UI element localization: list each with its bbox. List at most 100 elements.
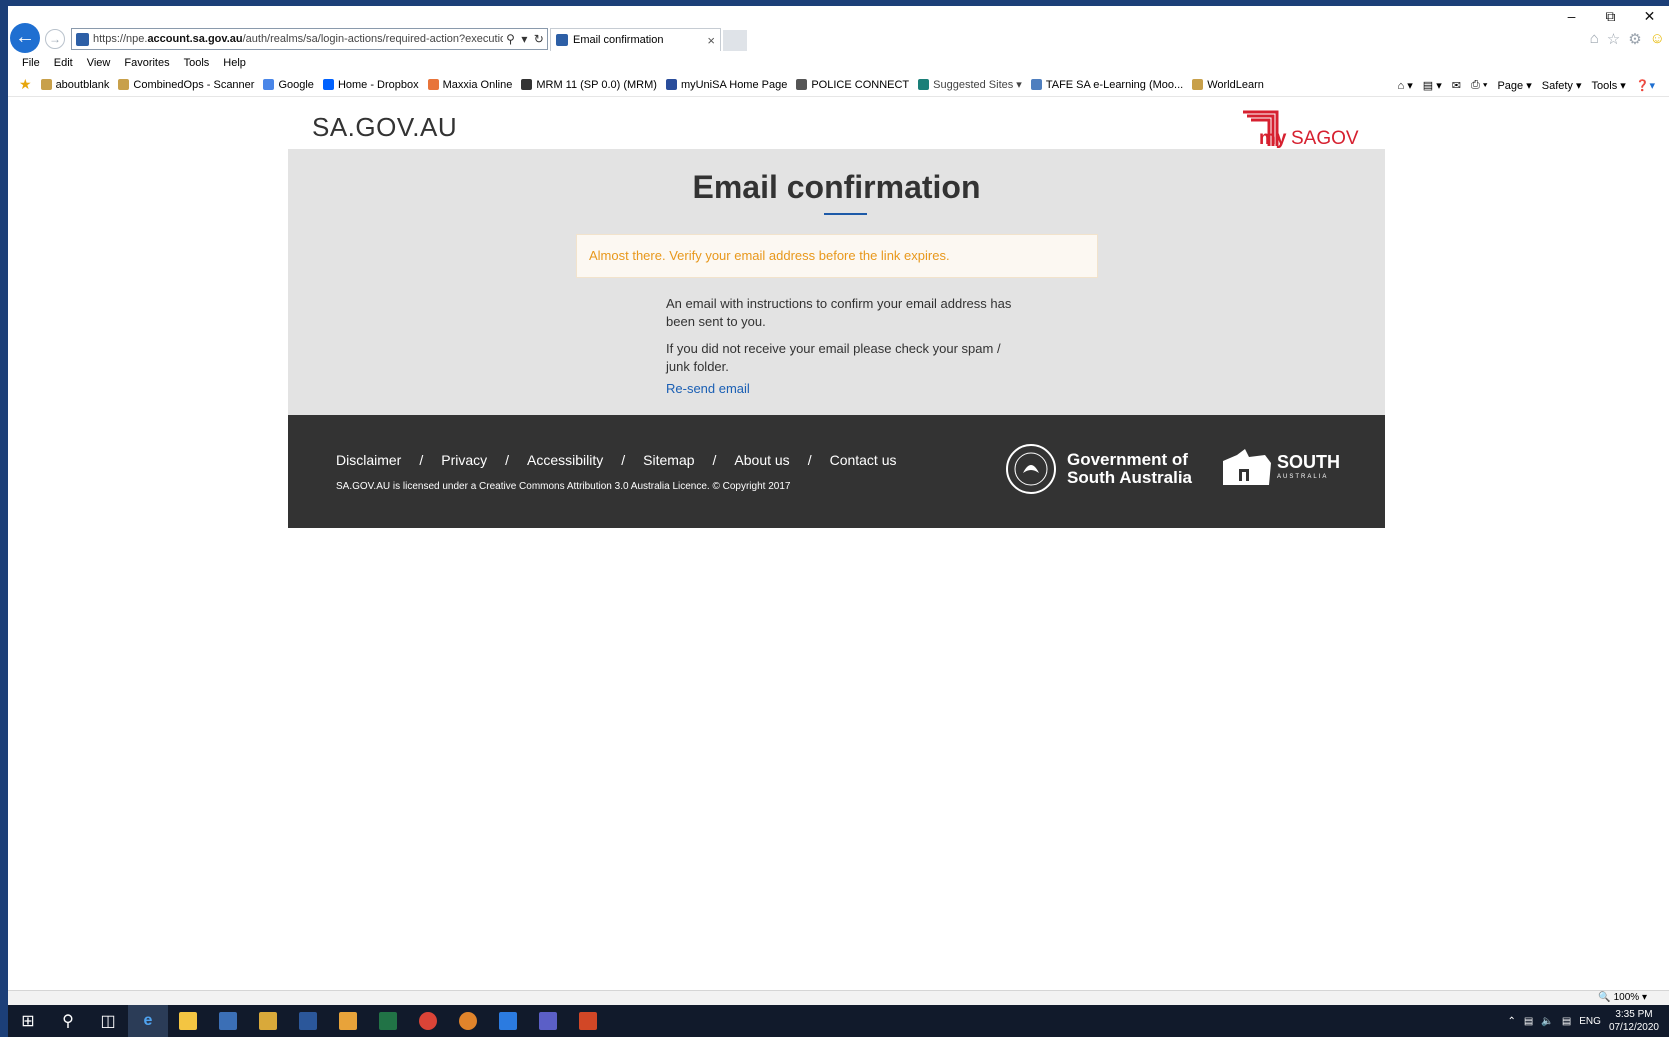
close-window-icon[interactable]: ✕ <box>1630 8 1669 25</box>
file-explorer-icon[interactable] <box>168 1005 208 1037</box>
chevron-up-icon[interactable]: ⌃ <box>1508 1016 1516 1027</box>
footer-separator: / <box>419 452 424 468</box>
title-underline <box>824 213 867 215</box>
site-favicon-icon <box>76 32 89 46</box>
print-icon[interactable]: ⎙ ▾ <box>1471 79 1487 92</box>
browser-window: ← → https://npe.account.sa.gov.au/auth/r… <box>8 6 1669 1005</box>
help-icon[interactable]: ❓▾ <box>1636 79 1655 92</box>
notification-icon[interactable]: ▤ <box>1562 1016 1571 1027</box>
favorite-item[interactable]: Suggested Sites ▾ <box>918 78 1022 91</box>
command-bar: ⌂ ▾ ▤ ▾ ✉ ⎙ ▾ Page ▾ Safety ▾ Tools ▾ ❓▾ <box>1398 73 1655 97</box>
message-sent: An email with instructions to confirm yo… <box>666 296 1012 329</box>
teams-icon[interactable] <box>528 1005 568 1037</box>
page-title: Email confirmation <box>692 169 981 205</box>
close-tab-icon[interactable]: × <box>707 33 715 48</box>
start-windows-icon[interactable]: ⊞ <box>8 1005 48 1037</box>
tab-title: Email confirmation <box>573 34 664 46</box>
app-icon[interactable] <box>448 1005 488 1037</box>
new-tab-button[interactable] <box>723 30 747 51</box>
menu-help[interactable]: Help <box>223 57 246 69</box>
sa-gov-au-brand[interactable]: SA.GOV.AU <box>312 112 457 143</box>
mail-icon[interactable]: ✉ <box>1452 79 1461 92</box>
back-button[interactable]: ← <box>10 23 40 53</box>
settings-gear-icon[interactable]: ⚙ <box>1628 30 1641 48</box>
menu-tools[interactable]: Tools <box>184 57 210 69</box>
favorite-item[interactable]: TAFE SA e-Learning (Moo... <box>1030 79 1183 91</box>
home-icon[interactable]: ⌂ <box>1590 30 1599 48</box>
favorite-item[interactable]: aboutblank <box>40 79 109 91</box>
app-icon[interactable] <box>208 1005 248 1037</box>
minimize-icon[interactable]: – <box>1552 8 1591 25</box>
site-header: SA.GOV.AU my SAGOV <box>288 98 1385 150</box>
forward-button[interactable]: → <box>45 29 65 49</box>
safety-menu[interactable]: Safety ▾ <box>1542 79 1582 92</box>
task-view-icon[interactable]: ◫ <box>88 1005 128 1037</box>
home-dropdown-icon[interactable]: ⌂ ▾ <box>1398 79 1413 92</box>
outlook-icon[interactable] <box>328 1005 368 1037</box>
search-icon[interactable]: ⚲ <box>506 32 515 46</box>
search-icon[interactable]: ⚲ <box>48 1005 88 1037</box>
powerpoint-icon[interactable] <box>568 1005 608 1037</box>
resend-email-link[interactable]: Re-send email <box>666 381 750 396</box>
menu-favorites[interactable]: Favorites <box>124 57 169 69</box>
license-text: SA.GOV.AU is licensed under a Creative C… <box>336 481 791 492</box>
footer-separator: / <box>712 452 717 468</box>
favorite-item[interactable]: CombinedOps - Scanner <box>118 79 254 91</box>
calculator-icon[interactable] <box>488 1005 528 1037</box>
zoom-level[interactable]: 🔍 100% ▾ <box>1598 992 1647 1003</box>
footer-link-privacy[interactable]: Privacy <box>441 452 487 468</box>
message-spam: If you did not receive your email please… <box>666 341 1001 374</box>
excel-icon[interactable] <box>368 1005 408 1037</box>
status-bar: 🔍 100% ▾ <box>8 990 1669 1005</box>
gov-sa-logo[interactable]: Government of South Australia <box>1005 443 1192 495</box>
clock[interactable]: 3:35 PM 07/12/2020 <box>1609 1008 1659 1034</box>
menu-view[interactable]: View <box>87 57 111 69</box>
footer-separator: / <box>621 452 626 468</box>
favorite-item[interactable]: Home - Dropbox <box>322 79 419 91</box>
network-icon[interactable]: ▤ <box>1524 1016 1533 1027</box>
tab-favicon-icon <box>556 34 568 46</box>
system-tray: ⌃ ▤ 🔈 ▤ ENG 3:35 PM 07/12/2020 <box>1508 1005 1659 1037</box>
footer-link-contact-us[interactable]: Contact us <box>830 452 897 468</box>
message-text: An email with instructions to confirm yo… <box>666 295 1016 385</box>
restore-icon[interactable]: ⧉ <box>1591 8 1630 25</box>
tools-menu[interactable]: Tools ▾ <box>1592 79 1626 92</box>
svg-text:SAGOV: SAGOV <box>1291 128 1359 149</box>
confirmation-panel: Email confirmation Almost there. Verify … <box>288 149 1385 415</box>
footer-separator: / <box>807 452 812 468</box>
add-favorite-star-icon[interactable]: ★ <box>19 76 32 93</box>
dropdown-icon[interactable]: ▾ <box>521 32 527 46</box>
footer-separator: / <box>505 452 510 468</box>
menu-edit[interactable]: Edit <box>54 57 73 69</box>
internet-explorer-icon[interactable]: e <box>128 1005 168 1037</box>
page-menu[interactable]: Page ▾ <box>1497 79 1531 92</box>
footer-link-about-us[interactable]: About us <box>734 452 789 468</box>
tab-email-confirmation[interactable]: Email confirmation × <box>550 28 721 51</box>
footer-link-accessibility[interactable]: Accessibility <box>527 452 603 468</box>
mysagov-logo[interactable]: my SAGOV <box>1241 106 1359 150</box>
address-bar[interactable]: https://npe.account.sa.gov.au/auth/realm… <box>71 28 548 50</box>
chrome-icon[interactable] <box>408 1005 448 1037</box>
favorite-item[interactable]: WorldLearn <box>1192 79 1264 91</box>
word-icon[interactable] <box>288 1005 328 1037</box>
tab-row: ← → https://npe.account.sa.gov.au/auth/r… <box>8 6 1669 53</box>
language-indicator[interactable]: ENG <box>1579 1016 1601 1027</box>
footer-link-disclaimer[interactable]: Disclaimer <box>336 452 401 468</box>
feedback-smiley-icon[interactable]: ☺ <box>1650 30 1665 48</box>
favorite-item[interactable]: myUniSA Home Page <box>665 79 787 91</box>
favorite-item[interactable]: MRM 11 (SP 0.0) (MRM) <box>521 79 657 91</box>
favorite-item[interactable]: Maxxia Online <box>427 79 512 91</box>
volume-icon[interactable]: 🔈 <box>1541 1016 1553 1027</box>
feeds-icon[interactable]: ▤ ▾ <box>1423 79 1442 92</box>
refresh-icon[interactable]: ↻ <box>534 32 544 46</box>
favorite-item[interactable]: Google <box>263 79 314 91</box>
favorites-star-icon[interactable]: ☆ <box>1607 30 1620 48</box>
footer-link-sitemap[interactable]: Sitemap <box>643 452 694 468</box>
site-footer: Disclaimer / Privacy / Accessibility / S… <box>288 415 1385 528</box>
page-content: SA.GOV.AU my SAGOV Email confirmation Al… <box>8 98 1669 990</box>
south-australia-logo[interactable]: SOUTH AUSTRALIA <box>1221 449 1340 489</box>
favorite-item[interactable]: POLICE CONNECT <box>796 79 909 91</box>
menu-file[interactable]: File <box>22 57 40 69</box>
windows-taskbar: ⊞ ⚲ ◫ e ⌃ ▤ 🔈 ▤ ENG 3:35 PM 07/12/2020 <box>8 1005 1669 1037</box>
app-icon[interactable] <box>248 1005 288 1037</box>
